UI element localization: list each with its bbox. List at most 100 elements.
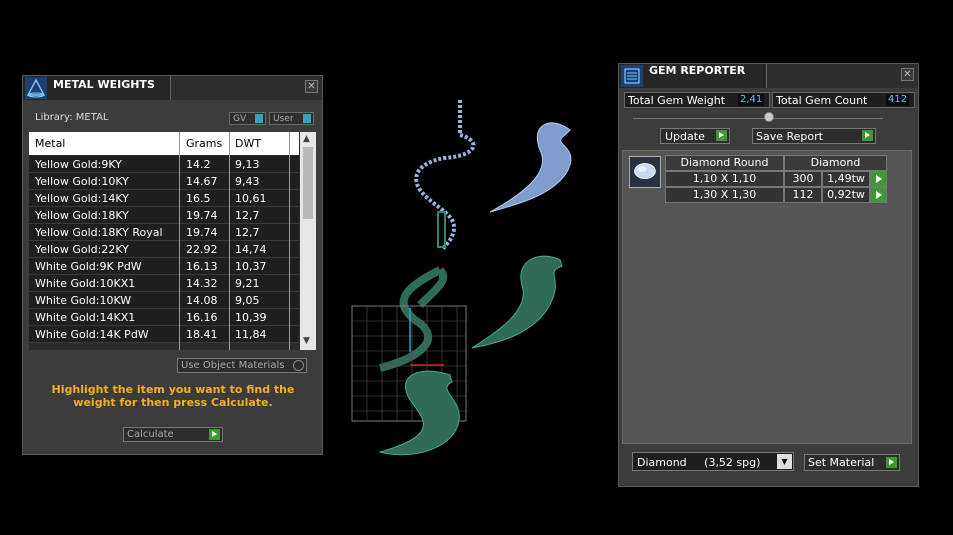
scroll-up-icon[interactable]: ▲: [303, 134, 310, 144]
table-row[interactable]: White Gold:14K PdW 18.41 11,84: [29, 326, 299, 343]
cell-metal: White Gold:10KX1: [35, 277, 136, 290]
set-material-label: Set Material: [808, 456, 875, 469]
cell-grams: 19.74: [186, 209, 218, 222]
metal-table-scrollbar[interactable]: ▲ ▼: [300, 132, 316, 350]
cell-dwt: 14,74: [235, 243, 267, 256]
cell-metal: Yellow Gold:22KY: [35, 243, 129, 256]
cell-metal: White Gold:14KX1: [35, 311, 136, 324]
total-gem-count-value: 412: [886, 94, 910, 106]
table-row[interactable]: Yellow Gold:22KY 22.92 14,74: [29, 241, 299, 258]
gem-row-play-icon[interactable]: [870, 171, 887, 187]
cell-metal: White Gold:9K PdW: [35, 260, 142, 273]
metal-table: Metal Grams DWT Yellow Gold:9KY 14.2 9,13 Y…: [29, 132, 316, 350]
cell-dwt: 9,43: [235, 175, 260, 188]
metal-weights-titlebar[interactable]: METAL WEIGHTS ✕: [23, 76, 322, 100]
save-report-label: Save Report: [756, 130, 823, 143]
table-row[interactable]: Yellow Gold:18KY 19.74 12,7: [29, 207, 299, 224]
radio-icon: [293, 360, 304, 371]
cell-grams: 14.32: [186, 277, 218, 290]
close-icon[interactable]: ✕: [305, 80, 318, 93]
column-divider: [289, 132, 290, 350]
cell-metal: Yellow Gold:18KY: [35, 209, 129, 222]
total-gem-weight-field: Total Gem Weight 2,41: [624, 92, 770, 108]
cell-grams: 16.5: [186, 192, 211, 205]
column-header-grams[interactable]: Grams: [186, 137, 222, 150]
pendant-s-pave-blue: [489, 122, 572, 213]
table-row[interactable]: Yellow Gold:14KY 16.5 10,61: [29, 190, 299, 207]
table-row[interactable]: Yellow Gold:9KY 14.2 9,13: [29, 156, 299, 173]
chevron-down-icon[interactable]: ▼: [777, 454, 792, 469]
cell-dwt: 10,61: [235, 192, 267, 205]
gv-toggle-label: GV: [233, 114, 247, 124]
cell-grams: 18.41: [186, 328, 218, 341]
table-row[interactable]: White Gold:9K PdW 16.13 10,37: [29, 258, 299, 275]
table-row[interactable]: White Gold:10KX1 14.32 9,21: [29, 275, 299, 292]
set-material-button[interactable]: Set Material: [804, 454, 900, 471]
user-toggle[interactable]: User: [269, 112, 314, 125]
update-label: Update: [665, 130, 705, 143]
table-row[interactable]: Yellow Gold:10KY 14.67 9,43: [29, 173, 299, 190]
play-icon: [716, 130, 727, 141]
total-gem-weight-value: 2,41: [738, 94, 765, 106]
pendant-chain-top: [414, 100, 476, 252]
library-label: Library: METAL: [35, 112, 109, 123]
cell-dwt: 9,05: [235, 294, 260, 307]
gem-reporter-app-icon: [621, 65, 643, 87]
scrollbar-thumb[interactable]: [303, 147, 313, 219]
column-divider: [229, 132, 230, 350]
table-row[interactable]: Yellow Gold:18KY Royal 19.74 12,7: [29, 224, 299, 241]
cell-dwt: 11,84: [235, 328, 267, 341]
cell-grams: 14.2: [186, 158, 211, 171]
gem-count-cell: 112: [784, 187, 822, 203]
cell-metal: Yellow Gold:14KY: [35, 192, 129, 205]
close-icon[interactable]: ✕: [901, 68, 914, 81]
calculate-button[interactable]: Calculate: [123, 427, 223, 442]
material-select[interactable]: Diamond (3,52 spg) ▼: [632, 452, 794, 471]
play-icon: [862, 130, 873, 141]
metal-table-header: Metal Grams DWT: [29, 132, 299, 155]
gem-reporter-titlebar[interactable]: GEM REPORTER ✕: [619, 64, 918, 88]
gem-weight-cell: 1,49tw: [822, 171, 870, 187]
cell-metal: Yellow Gold:10KY: [35, 175, 129, 188]
use-object-materials-label: Use Object Materials: [181, 360, 285, 371]
cell-dwt: 10,39: [235, 311, 267, 324]
cell-dwt: 9,21: [235, 277, 260, 290]
gem-reporter-panel: GEM REPORTER ✕ Total Gem Weight 2,41 Tot…: [618, 63, 919, 487]
save-report-button[interactable]: Save Report: [752, 128, 876, 144]
user-toggle-indicator: [303, 114, 311, 123]
diamond-round-gem-icon[interactable]: [629, 156, 661, 188]
gem-row-play-icon[interactable]: [870, 187, 887, 203]
cell-grams: 16.16: [186, 311, 218, 324]
cell-grams: 19.74: [186, 226, 218, 239]
viewport-3d[interactable]: [340, 90, 600, 470]
update-button[interactable]: Update: [660, 128, 730, 144]
total-gem-count-field: Total Gem Count 412: [772, 92, 915, 108]
table-row[interactable]: White Gold:10KW 14.08 9,05: [29, 292, 299, 309]
cell-metal: Yellow Gold:18KY Royal: [35, 226, 163, 239]
cell-dwt: 10,37: [235, 260, 267, 273]
instruction-text: Highlight the item you want to find the …: [51, 383, 295, 409]
column-header-metal[interactable]: Metal: [35, 137, 65, 150]
gv-toggle[interactable]: GV: [229, 112, 266, 125]
gem-material-header: Diamond: [784, 155, 887, 171]
gem-size-cell: 1,30 X 1,30: [665, 187, 784, 203]
play-icon: [209, 429, 220, 440]
cell-grams: 16.13: [186, 260, 218, 273]
metal-weights-panel: METAL WEIGHTS ✕ Library: METAL GV User M…: [22, 75, 323, 455]
collapse-handle-icon[interactable]: [764, 112, 774, 122]
metal-weights-title: METAL WEIGHTS: [53, 78, 155, 91]
table-row[interactable]: White Gold:14KX1 16.16 10,39: [29, 309, 299, 326]
column-divider: [179, 132, 180, 350]
use-object-materials-toggle[interactable]: Use Object Materials: [177, 358, 307, 373]
play-icon: [886, 457, 897, 468]
pendant-s-hex-bottom: [378, 370, 460, 456]
column-header-dwt[interactable]: DWT: [235, 137, 261, 150]
gem-list-area: Diamond Round Diamond 1,10 X 1,10 300 1,49…: [622, 150, 912, 444]
cell-metal: White Gold:14K PdW: [35, 328, 149, 341]
cell-dwt: 12,7: [235, 226, 260, 239]
scroll-down-icon[interactable]: ▼: [303, 336, 310, 346]
cell-grams: 14.67: [186, 175, 218, 188]
gem-cut-header: Diamond Round: [665, 155, 784, 171]
gem-count-cell: 300: [784, 171, 822, 187]
total-gem-weight-label: Total Gem Weight: [628, 94, 726, 107]
